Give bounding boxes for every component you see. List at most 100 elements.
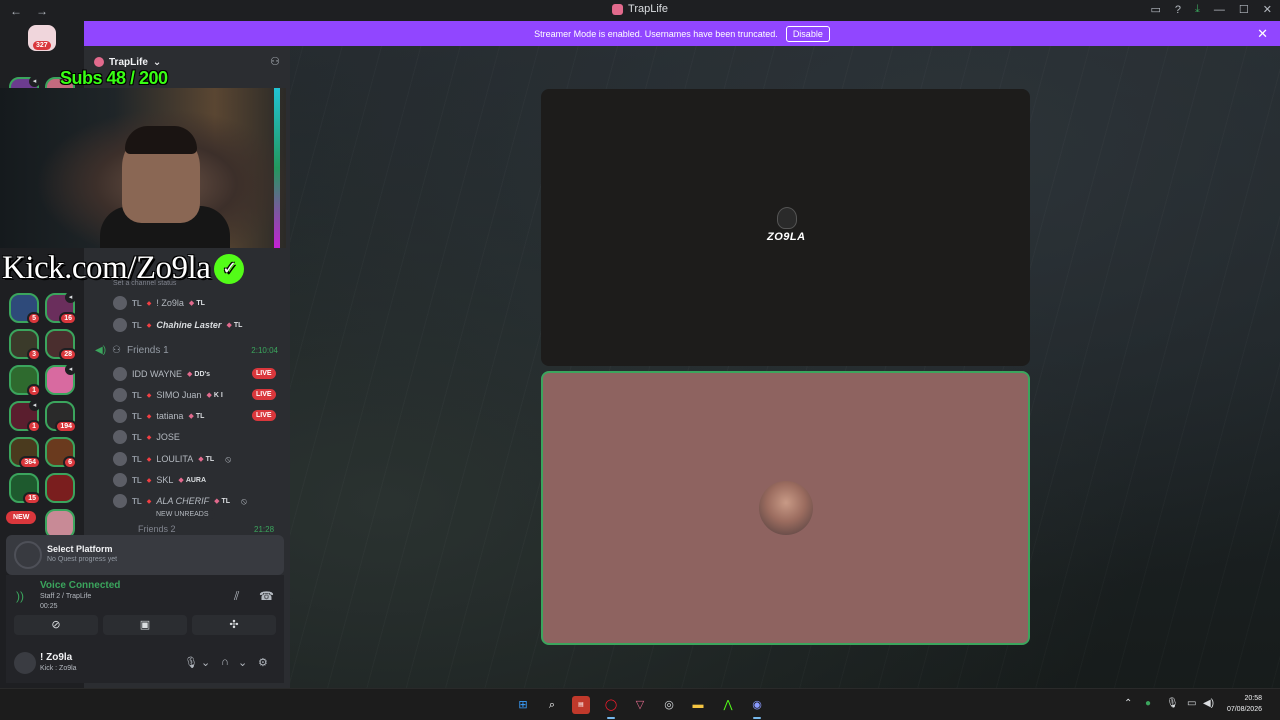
avatar [113,388,127,402]
avatar [113,409,127,423]
verified-check-icon: ✓ [214,253,245,284]
maximize-icon[interactable]: ☐ [1239,3,1249,16]
forward-arrow-icon[interactable]: → [36,4,48,18]
server-icon[interactable]: 3 [9,329,41,361]
diamond-icon: ◆ [146,300,152,307]
volume-icon[interactable]: ◀) [1203,698,1214,709]
minimize-icon[interactable]: — [1214,4,1225,16]
voice-member[interactable]: IDD WAYNE DD's [113,365,210,383]
participant-tile-speaking[interactable] [541,371,1030,645]
voice-member[interactable]: TL ◆ SKL AURA [113,471,206,489]
start-icon[interactable]: ⊞ [514,696,532,714]
server-icon[interactable]: ◂ 16 [45,292,77,325]
diamond-icon: ◆ [146,392,152,399]
search-icon[interactable]: ⌕ [543,696,561,714]
speaker-icon: ◂ [29,400,40,411]
member-tag: K I [206,391,223,399]
tray-app-icon[interactable]: ● [1145,698,1151,709]
chevron-up-icon[interactable]: ⌃ [1124,698,1132,709]
member-name: Chahine Laster [156,320,222,330]
voice-member[interactable]: TL ◆ LOULITA TL ⦸ [113,450,231,468]
avatar [113,367,127,381]
voice-member[interactable]: TL ◆ ALA CHERIF TL ⦸ [113,492,247,510]
new-unreads-pill[interactable]: NEW [6,511,37,524]
server-icon[interactable]: ◂ 1 [9,400,41,433]
back-arrow-icon[interactable]: ← [10,4,22,18]
member-tag: TL [214,497,230,505]
voice-location[interactable]: Staff 2 / TrapLife [40,593,91,600]
server-icon[interactable]: 194 [45,401,77,433]
microphone-icon[interactable]: 🎙 [1166,698,1179,709]
chevron-down-icon[interactable]: ⌄ [238,656,247,669]
gear-icon[interactable]: ⚙ [258,656,268,669]
opera-icon[interactable]: ◯ [602,696,620,719]
voice-member[interactable]: TL ◆ ! Zo9la TL [113,294,205,312]
member-name: ALA CHERIF [156,496,210,506]
folder-icon[interactable]: ▬ [689,696,707,714]
server-icon[interactable]: 15 [9,473,41,505]
streamer-mode-banner: Streamer Mode is enabled. Usernames have… [84,21,1280,46]
voice-connected-panel: )) Voice Connected Staff 2 / TrapLife 00… [6,575,284,643]
discord-icon[interactable]: ◉ [748,696,766,719]
avatar[interactable] [14,652,36,674]
avatar [113,318,127,332]
server-icon[interactable]: 28 [45,329,77,361]
activities-button[interactable]: ✣ [192,615,276,635]
live-badge: LIVE [252,389,276,400]
zo9la-logo: ZO9LA [765,205,809,249]
app-icon[interactable]: ⋀ [719,696,737,714]
voice-channel-friends-2[interactable]: Friends 2 [138,524,176,534]
noise-suppression-icon[interactable]: ⫽ [234,589,239,604]
voice-status: Voice Connected [40,580,121,591]
voice-channel-friends-1[interactable]: ◀) ⚇ Friends 1 2:10:04 [95,345,285,356]
server-icon[interactable]: 5 [9,293,41,325]
signal-icon[interactable]: )) [16,589,24,603]
server-icon[interactable]: 1 [9,365,41,397]
quest-card[interactable]: Select Platform No Quest progress yet [6,535,284,575]
voice-member[interactable]: TL ◆ Chahine Laster TL [113,316,242,334]
activities-icon: ✣ [229,619,239,631]
avatar [113,430,127,444]
close-window-icon[interactable]: ✕ [1263,3,1272,16]
voice-member[interactable]: TL ◆ tatiana TL [113,407,204,425]
avatar [759,481,813,535]
app-icon[interactable]: ▽ [631,696,649,714]
participant-tile[interactable]: ZO9LA [541,89,1030,366]
voice-member[interactable]: TL ◆ JOSE [113,428,180,446]
member-name: LOULITA [156,454,194,464]
inbox-icon[interactable]: ▭ [1151,3,1161,16]
server-icon[interactable]: ◂ [45,364,76,395]
disable-streamer-mode-button[interactable]: Disable [785,25,830,42]
server-icon[interactable] [45,473,75,503]
server-icon[interactable]: 6 [45,437,77,469]
window-title: TrapLife [628,3,668,15]
screen-share-button[interactable]: ▣ [103,615,187,635]
speaker-icon: ◂ [29,76,40,87]
voice-member[interactable]: TL ◆ SIMO Juan K I [113,386,223,404]
kick-url: Kick.com/Zo9la [2,250,211,286]
chevron-down-icon[interactable]: ⌄ [201,656,210,669]
app-icon[interactable]: ▤ [572,696,590,714]
member-name: JOSE [156,432,180,442]
camera-off-icon: ⊘ [51,619,61,631]
camera-button[interactable]: ⊘ [14,615,98,635]
diamond-icon: ◆ [146,413,152,420]
help-icon[interactable]: ? [1175,4,1181,16]
voice-channel-name: Friends 1 [127,345,169,356]
network-icon[interactable]: ▭ [1187,698,1196,709]
headphones-icon[interactable]: ∩ [221,656,229,668]
avatar [113,473,127,487]
channel-status[interactable]: Set a channel status [113,280,176,287]
microphone-icon[interactable]: 🎙 [184,656,198,669]
webcam-overlay [0,88,286,248]
add-member-icon[interactable]: ⚇ [270,55,280,68]
clock-time: 20:58 [1244,695,1262,702]
clock[interactable]: 20:58 07/08/2026 [1227,693,1262,715]
download-icon[interactable]: ⤓ [1195,3,1200,16]
people-icon: ⚇ [112,345,121,356]
disconnect-icon[interactable]: ☎ [259,589,274,603]
server-icon[interactable]: 364 [9,437,41,469]
app-icon[interactable]: ◎ [660,696,678,714]
close-icon[interactable]: ✕ [1257,26,1268,42]
new-unreads-bar[interactable]: NEW UNREADS [150,510,215,519]
